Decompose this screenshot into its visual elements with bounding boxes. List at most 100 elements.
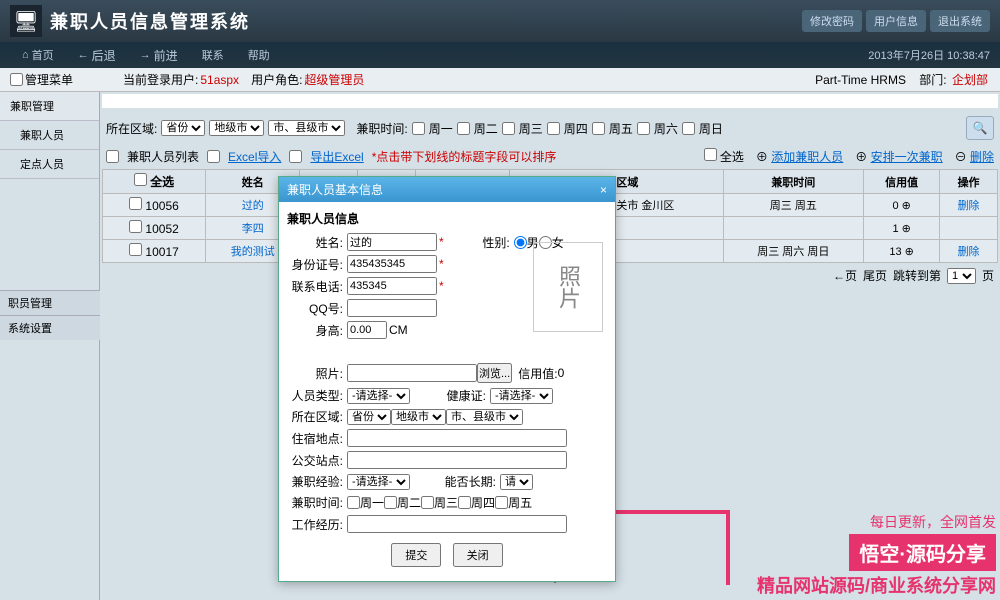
excel-in-checkbox[interactable]: [207, 150, 220, 163]
pager-page-select[interactable]: 1: [947, 268, 976, 284]
edit-dialog: 兼职人员基本信息 × 兼职人员信息 照片 姓名: * 性别: 男 女 身份证号:…: [278, 176, 616, 582]
nav-help[interactable]: 帮助: [236, 47, 282, 63]
list-checkbox[interactable]: [106, 150, 119, 163]
id-label: 身份证号:: [287, 256, 343, 273]
id-input[interactable]: [347, 255, 437, 273]
excel-import-link[interactable]: Excel导入: [228, 148, 281, 165]
list-label: 兼职人员列表: [127, 148, 199, 165]
dlg-city-select[interactable]: 地级市: [391, 409, 446, 425]
dialog-titlebar[interactable]: 兼职人员基本信息 ×: [279, 177, 615, 202]
pager-jump-label: 跳转到第: [893, 267, 941, 284]
delete-link[interactable]: 删除: [970, 150, 994, 164]
menu-checkbox[interactable]: [10, 73, 23, 86]
arrange-link[interactable]: 安排一次兼职: [871, 150, 943, 164]
name-input[interactable]: [347, 233, 437, 251]
addr-input[interactable]: [347, 429, 567, 447]
logo-icon: [10, 5, 42, 37]
dlg-day-mon[interactable]: [347, 496, 360, 509]
day-sat-checkbox[interactable]: [637, 122, 650, 135]
select-all-checkbox[interactable]: [704, 148, 717, 161]
toolbar: 兼职人员列表 Excel导入 导出Excel *点击带下划线的标题字段可以排序 …: [102, 144, 998, 169]
city-select[interactable]: 地级市: [209, 120, 264, 136]
th-select: 全选: [103, 170, 206, 194]
close-button[interactable]: 关闭: [453, 543, 503, 567]
filter-row: 所在区域: 省份 地级市 市、县级市 兼职时间: 周一 周二 周三 周四 周五 …: [102, 112, 998, 144]
county-select[interactable]: 市、县级市: [268, 120, 345, 136]
add-person-link[interactable]: 添加兼职人员: [771, 150, 843, 164]
height-input[interactable]: [347, 321, 387, 339]
qq-input[interactable]: [347, 299, 437, 317]
row-delete[interactable]: 删除: [940, 194, 998, 217]
sidebar-staff-mgmt[interactable]: 职员管理: [0, 290, 100, 315]
th-op: 操作: [940, 170, 998, 194]
day-mon-checkbox[interactable]: [412, 122, 425, 135]
subbar: 管理菜单 当前登录用户: 51aspx 用户角色: 超级管理员 Part-Tim…: [0, 68, 1000, 92]
province-select[interactable]: 省份: [161, 120, 205, 136]
row-checkbox[interactable]: [129, 243, 142, 256]
bus-input[interactable]: [347, 451, 567, 469]
navbar: 首页 ← 后退 → 前进 联系 帮助 2013年7月26日 10:38:47: [0, 42, 1000, 68]
region-filter-label: 所在区域:: [106, 120, 157, 137]
excel-out-checkbox[interactable]: [289, 150, 302, 163]
dlg-province-select[interactable]: 省份: [347, 409, 391, 425]
health-label: 健康证:: [440, 387, 486, 404]
search-button[interactable]: [966, 116, 994, 140]
exit-button[interactable]: 退出系统: [930, 10, 990, 32]
close-icon[interactable]: ×: [600, 183, 607, 197]
exp-select[interactable]: -请选择-: [347, 474, 410, 490]
submit-button[interactable]: 提交: [391, 543, 441, 567]
day-wed-checkbox[interactable]: [502, 122, 515, 135]
sidebar-item-parttime[interactable]: 兼职人员: [0, 121, 99, 150]
time-filter-label: 兼职时间:: [356, 120, 407, 137]
app-header: 兼职人员信息管理系统 修改密码 用户信息 退出系统: [0, 0, 1000, 42]
nav-link[interactable]: 联系: [190, 47, 236, 63]
row-delete[interactable]: 删除: [940, 240, 998, 263]
th-time[interactable]: 兼职时间: [723, 170, 864, 194]
th-credit[interactable]: 信用值: [864, 170, 940, 194]
sidebar-system-settings[interactable]: 系统设置: [0, 315, 100, 340]
nav-home[interactable]: 首页: [10, 47, 66, 63]
exp-label: 兼职经验:: [287, 473, 343, 490]
health-select[interactable]: -请选择-: [490, 388, 553, 404]
name-label: 姓名:: [287, 234, 343, 251]
change-password-button[interactable]: 修改密码: [802, 10, 862, 32]
sidebar-root[interactable]: 兼职管理: [0, 92, 99, 121]
excel-export-link[interactable]: 导出Excel: [310, 148, 363, 165]
work-input[interactable]: [347, 515, 567, 533]
dlg-region-label: 所在区域:: [287, 408, 343, 425]
role-label: 用户角色:: [251, 71, 302, 88]
bus-label: 公交站点:: [287, 452, 343, 469]
sidebar-item-fixed[interactable]: 定点人员: [0, 150, 99, 179]
browse-button[interactable]: 浏览...: [477, 363, 512, 383]
phone-label: 联系电话:: [287, 278, 343, 295]
row-checkbox[interactable]: [129, 197, 142, 210]
day-thu-checkbox[interactable]: [547, 122, 560, 135]
dlg-day-wed[interactable]: [421, 496, 434, 509]
nav-forward[interactable]: → 前进: [128, 47, 190, 64]
nav-back[interactable]: ← 后退: [66, 47, 128, 64]
qq-label: QQ号:: [287, 300, 343, 317]
photo-label: 照片:: [287, 365, 343, 382]
day-tue-checkbox[interactable]: [457, 122, 470, 135]
pager-prev[interactable]: ←页: [833, 267, 857, 284]
dlg-day-fri[interactable]: [495, 496, 508, 509]
day-fri-checkbox[interactable]: [592, 122, 605, 135]
day-sun-checkbox[interactable]: [682, 122, 695, 135]
photo-path-input[interactable]: [347, 364, 477, 382]
dlg-county-select[interactable]: 市、县级市: [446, 409, 523, 425]
work-label: 工作经历:: [287, 516, 343, 533]
user-info-button[interactable]: 用户信息: [866, 10, 926, 32]
dlg-day-thu[interactable]: [458, 496, 471, 509]
gender-male-radio[interactable]: [514, 236, 527, 249]
type-select[interactable]: -请选择-: [347, 388, 410, 404]
dlg-day-tue[interactable]: [384, 496, 397, 509]
row-checkbox[interactable]: [129, 220, 142, 233]
dialog-section-header: 兼职人员信息: [287, 210, 607, 227]
dept-value: 企划部: [952, 73, 988, 87]
phone-input[interactable]: [347, 277, 437, 295]
long-select[interactable]: 请: [500, 474, 533, 490]
gender-label: 性别:: [474, 234, 510, 251]
pager-last[interactable]: 尾页: [863, 267, 887, 284]
credit-value: 0: [558, 366, 565, 380]
dialog-title-text: 兼职人员基本信息: [287, 181, 383, 198]
